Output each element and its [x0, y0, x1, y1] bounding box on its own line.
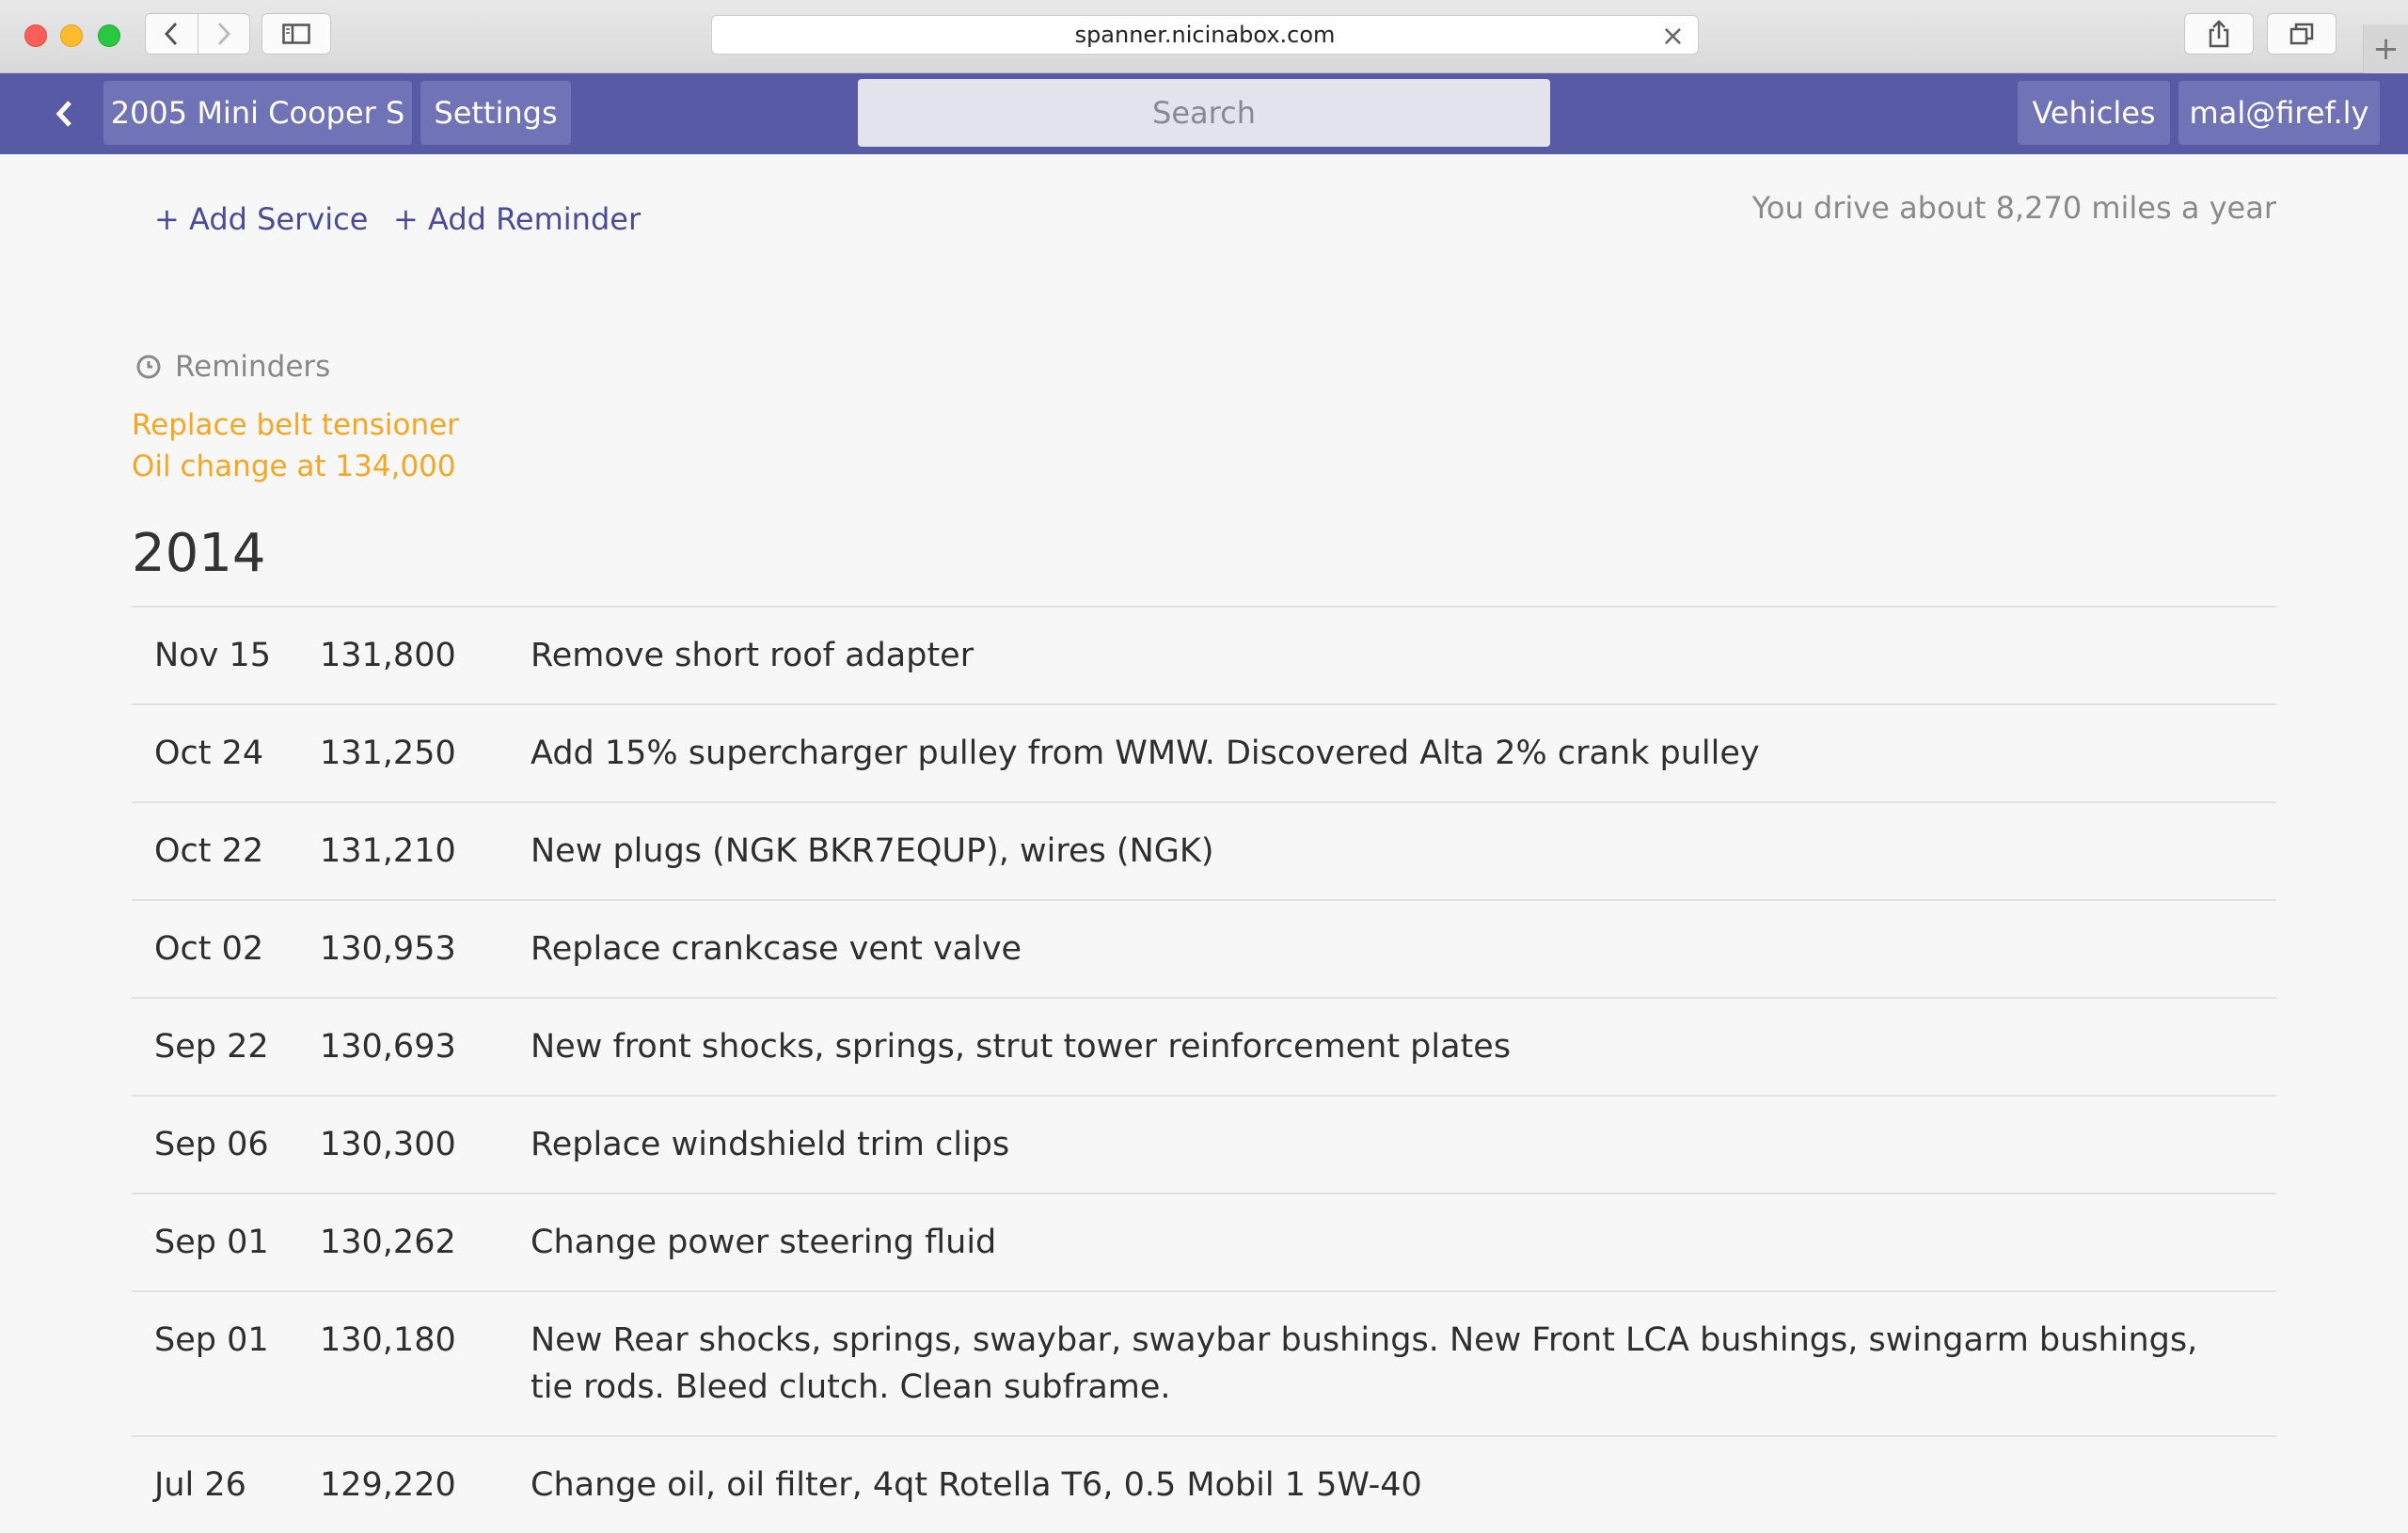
- service-description: New front shocks, springs, strut tower r…: [531, 1028, 1512, 1066]
- service-description: Remove short roof adapter: [531, 637, 974, 674]
- main-content: + Add Service + Add Reminder You drive a…: [0, 154, 2408, 1504]
- service-description: Change oil, oil filter, 4qt Rotella T6, …: [531, 1466, 1422, 1504]
- service-date: Oct 24: [154, 735, 264, 772]
- service-history-table: Nov 15 131,800 Remove short roof adapter…: [132, 606, 2276, 1533]
- service-mileage: 130,180: [320, 1321, 456, 1359]
- history-nav: [145, 13, 250, 55]
- chevron-left-icon: [55, 101, 71, 127]
- service-date: Nov 15: [154, 637, 271, 674]
- settings-button[interactable]: Settings: [420, 81, 571, 145]
- browser-forward-button[interactable]: [197, 14, 249, 54]
- tabs-icon: [2289, 23, 2314, 45]
- service-description: New plugs (NGK BKR7EQUP), wires (NGK): [531, 832, 1214, 870]
- share-button[interactable]: [2184, 13, 2254, 55]
- app-header: 2005 Mini Cooper S Settings Vehicles mal…: [0, 73, 2408, 154]
- service-date: Oct 22: [154, 832, 264, 870]
- table-row[interactable]: Sep 01 130,262 Change power steering flu…: [132, 1193, 2276, 1291]
- tab-overview-button[interactable]: [2267, 13, 2337, 55]
- new-tab-button[interactable]: +: [2363, 24, 2408, 73]
- table-row[interactable]: Sep 22 130,693 New front shocks, springs…: [132, 998, 2276, 1096]
- service-mileage: 130,300: [320, 1126, 456, 1163]
- share-icon: [2209, 20, 2229, 48]
- clock-icon: [136, 355, 161, 379]
- service-mileage: 131,210: [320, 832, 456, 870]
- table-row[interactable]: Sep 01 130,180 New Rear shocks, springs,…: [132, 1291, 2276, 1436]
- year-heading: 2014: [132, 523, 266, 584]
- service-date: Sep 22: [154, 1028, 269, 1066]
- reminder-item[interactable]: Oil change at 134,000: [132, 446, 459, 487]
- plus-icon: +: [2372, 30, 2400, 68]
- service-description: New Rear shocks, springs, swaybar, swayb…: [531, 1321, 2198, 1406]
- service-description: Replace windshield trim clips: [531, 1126, 1010, 1163]
- chevron-right-icon: [217, 22, 231, 46]
- service-description: Change power steering fluid: [531, 1224, 997, 1261]
- service-mileage: 130,262: [320, 1224, 456, 1261]
- service-mileage: 130,693: [320, 1028, 456, 1066]
- window-zoom-button[interactable]: [98, 24, 120, 47]
- service-description: Replace crankcase vent valve: [531, 930, 1022, 968]
- table-row[interactable]: Nov 15 131,800 Remove short roof adapter: [132, 607, 2276, 704]
- service-date: Sep 06: [154, 1126, 269, 1163]
- reminder-item[interactable]: Replace belt tensioner: [132, 404, 459, 446]
- service-description: Add 15% supercharger pulley from WMW. Di…: [531, 735, 1760, 772]
- reminders-heading-label: Reminders: [175, 350, 331, 384]
- reminder-list: Replace belt tensioner Oil change at 134…: [132, 404, 459, 487]
- user-account-button[interactable]: mal@firef.ly: [2178, 81, 2380, 145]
- sidebar-toggle-button[interactable]: [261, 13, 331, 55]
- table-row[interactable]: Oct 24 131,250 Add 15% supercharger pull…: [132, 704, 2276, 802]
- vehicle-button[interactable]: 2005 Mini Cooper S: [103, 81, 412, 145]
- address-url: spanner.nicinabox.com: [1074, 22, 1336, 48]
- service-date: Sep 01: [154, 1224, 269, 1261]
- service-mileage: 130,953: [320, 930, 456, 968]
- service-date: Oct 02: [154, 930, 264, 968]
- vehicles-button[interactable]: Vehicles: [2018, 81, 2170, 145]
- table-row[interactable]: Jul 26 129,220 Change oil, oil filter, 4…: [132, 1436, 2276, 1533]
- reminders-heading: Reminders: [135, 350, 330, 384]
- address-bar[interactable]: spanner.nicinabox.com ×: [711, 15, 1699, 55]
- table-row[interactable]: Sep 06 130,300 Replace windshield trim c…: [132, 1096, 2276, 1193]
- back-button[interactable]: [45, 90, 83, 137]
- table-row[interactable]: Oct 02 130,953 Replace crankcase vent va…: [132, 900, 2276, 998]
- sidebar-icon: [282, 24, 310, 44]
- add-reminder-link[interactable]: + Add Reminder: [393, 201, 641, 237]
- service-mileage: 131,800: [320, 637, 456, 674]
- browser-toolbar: spanner.nicinabox.com × +: [0, 0, 2408, 73]
- close-icon[interactable]: ×: [1661, 20, 1685, 53]
- window-close-button[interactable]: [24, 24, 47, 47]
- window-minimize-button[interactable]: [60, 24, 83, 47]
- add-service-link[interactable]: + Add Service: [154, 201, 368, 237]
- search-input[interactable]: [858, 79, 1550, 147]
- service-mileage: 131,250: [320, 735, 456, 772]
- browser-back-button[interactable]: [146, 14, 198, 54]
- service-date: Jul 26: [154, 1466, 246, 1504]
- chevron-left-icon: [165, 22, 178, 46]
- annual-mileage-note: You drive about 8,270 miles a year: [1751, 190, 2276, 226]
- table-row[interactable]: Oct 22 131,210 New plugs (NGK BKR7EQUP),…: [132, 802, 2276, 900]
- service-mileage: 129,220: [320, 1466, 456, 1504]
- service-date: Sep 01: [154, 1321, 269, 1359]
